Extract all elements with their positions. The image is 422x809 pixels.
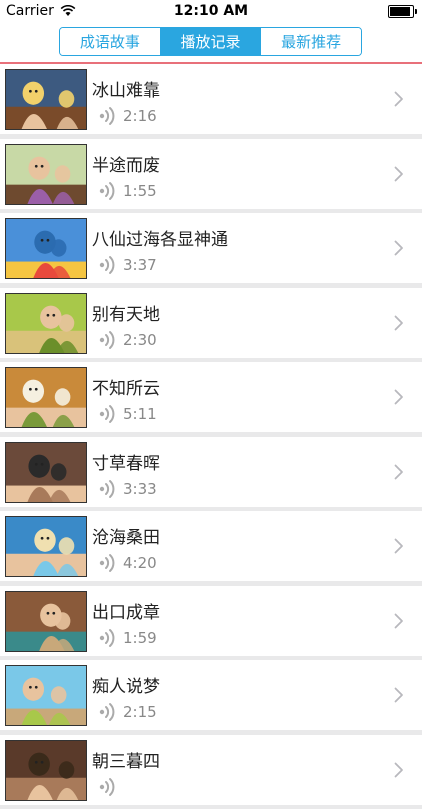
chevron-right-icon — [394, 613, 403, 628]
story-title: 寸草春晖 — [92, 453, 160, 474]
sound-icon — [99, 777, 115, 796]
story-title: 冰山难靠 — [92, 81, 160, 101]
chevron-right-icon — [394, 762, 403, 777]
story-title: 半途而废 — [92, 155, 160, 176]
story-duration: 4:20 — [123, 554, 157, 572]
story-thumbnail — [5, 590, 87, 652]
story-title: 别有天地 — [92, 304, 160, 325]
list-item[interactable]: 沧海桑田 4:20 — [0, 511, 422, 586]
story-duration: 3:37 — [123, 256, 157, 274]
list-item[interactable]: 别有天地 2:30 — [0, 287, 422, 362]
list-item[interactable]: 朝三暮四 — [0, 734, 422, 809]
chevron-right-icon — [394, 538, 403, 554]
story-thumbnail — [5, 665, 87, 726]
status-bar: Carrier 12:10 AM — [0, 0, 422, 22]
sound-icon — [99, 554, 115, 572]
list-item[interactable]: 不知所云 5:11 — [0, 362, 422, 437]
chevron-right-icon — [394, 687, 403, 703]
clock: 12:10 AM — [173, 3, 249, 19]
story-title: 出口成章 — [92, 602, 160, 623]
story-duration: 3:33 — [123, 479, 157, 498]
tab-latest-recommend[interactable]: 最新推荐 — [261, 28, 361, 55]
chevron-right-icon — [394, 389, 403, 405]
list-item[interactable]: 出口成章 1:59 — [0, 585, 422, 660]
sound-icon — [99, 107, 115, 125]
story-duration: 2:30 — [123, 330, 157, 349]
list-item[interactable]: 八仙过海各显神通 3:37 — [0, 213, 422, 288]
sound-icon — [99, 405, 115, 423]
story-title: 痴人说梦 — [92, 677, 160, 697]
story-thumbnail — [5, 143, 87, 205]
segmented-control: 成语故事 播放记录 最新推荐 — [59, 27, 362, 56]
chevron-right-icon — [394, 166, 403, 181]
tab-idiom-stories[interactable]: 成语故事 — [60, 28, 161, 55]
story-thumbnail — [5, 441, 87, 503]
story-thumbnail — [5, 218, 87, 279]
story-title: 沧海桑田 — [92, 528, 160, 548]
story-title: 朝三暮四 — [92, 751, 160, 772]
story-title: 不知所云 — [92, 379, 160, 399]
story-duration: 1:59 — [123, 628, 157, 647]
sound-icon — [99, 181, 115, 200]
list-item[interactable]: 寸草春晖 3:33 — [0, 436, 422, 511]
chevron-right-icon — [394, 464, 403, 479]
story-title: 八仙过海各显神通 — [92, 230, 228, 250]
battery-icon — [388, 5, 417, 18]
chevron-right-icon — [394, 315, 403, 330]
story-duration: 2:15 — [123, 703, 157, 721]
sound-icon — [99, 628, 115, 647]
story-thumbnail — [5, 69, 87, 130]
tab-bar: 成语故事 播放记录 最新推荐 — [0, 22, 422, 64]
list-item[interactable]: 半途而废 1:55 — [0, 138, 422, 213]
tab-play-history[interactable]: 播放记录 — [160, 28, 262, 55]
chevron-right-icon — [394, 91, 403, 107]
story-thumbnail — [5, 739, 87, 801]
sound-icon — [99, 703, 115, 721]
story-thumbnail — [5, 367, 87, 428]
chevron-right-icon — [394, 240, 403, 256]
story-list: 冰山难靠 2:16 半途而废 1:55 八仙过海各显神通 3:37 别有天地 2… — [0, 64, 422, 809]
story-thumbnail — [5, 292, 87, 354]
story-duration: 5:11 — [123, 405, 157, 423]
story-duration: 2:16 — [123, 107, 157, 125]
sound-icon — [99, 479, 115, 498]
story-duration: 1:55 — [123, 181, 157, 200]
story-thumbnail — [5, 516, 87, 577]
list-item[interactable]: 冰山难靠 2:16 — [0, 64, 422, 139]
list-item[interactable]: 痴人说梦 2:15 — [0, 660, 422, 735]
sound-icon — [99, 256, 115, 274]
sound-icon — [99, 330, 115, 349]
